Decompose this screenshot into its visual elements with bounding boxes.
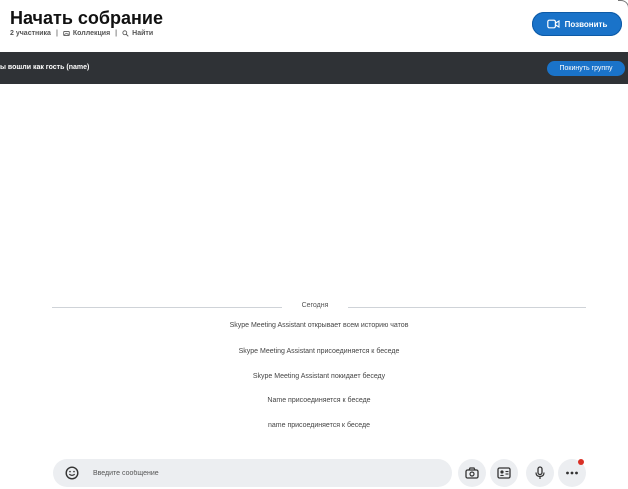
call-button-label: Позвонить	[564, 19, 608, 29]
microphone-icon	[535, 466, 545, 479]
message-compose-bar	[53, 459, 452, 487]
search-icon	[122, 30, 129, 37]
notification-dot	[578, 459, 584, 465]
system-message: Skype Meeting Assistant присоединяется к…	[238, 348, 400, 355]
window-corner	[618, 0, 628, 13]
search-link[interactable]: Найти	[132, 30, 153, 37]
microphone-button[interactable]	[526, 459, 554, 487]
emoji-icon	[65, 466, 79, 480]
guest-notice: ы вошли как гость (name)	[0, 64, 90, 71]
system-message: Name присоединяется к беседе	[267, 397, 371, 404]
chat-header: Начать собрание 2 участника | Коллекция …	[0, 0, 628, 50]
emoji-button[interactable]	[65, 466, 79, 480]
divider-line	[52, 307, 282, 308]
date-label: Сегодня	[301, 302, 329, 309]
system-message: Skype Meeting Assistant покидает беседу	[252, 373, 386, 380]
message-input[interactable]	[93, 465, 433, 481]
guest-banner: ы вошли как гость (name) Покинуть группу	[0, 52, 628, 84]
conversation-title[interactable]: Начать собрание	[10, 8, 163, 29]
media-button[interactable]	[458, 459, 486, 487]
leave-group-button[interactable]: Покинуть группу	[547, 61, 625, 76]
collection-link[interactable]: Коллекция	[73, 30, 110, 37]
date-separator: Сегодня	[52, 300, 586, 314]
media-gallery-icon	[465, 467, 479, 479]
more-options-icon	[566, 471, 578, 475]
conversation-meta: 2 участника | Коллекция | Найти	[10, 30, 153, 37]
divider-line	[348, 307, 586, 308]
contact-card-icon	[497, 467, 511, 479]
skype-chat-window: Начать собрание 2 участника | Коллекция …	[0, 0, 628, 489]
contact-card-button[interactable]	[490, 459, 518, 487]
call-button[interactable]: Позвонить	[532, 12, 622, 36]
system-message: Skype Meeting Assistant открывает всем и…	[229, 322, 409, 329]
video-camera-icon	[546, 19, 560, 29]
system-message: name присоединяется к беседе	[268, 422, 370, 429]
meta-divider: |	[115, 30, 118, 37]
participants-link[interactable]: 2 участника	[10, 30, 51, 37]
gallery-icon	[63, 30, 70, 37]
meta-divider: |	[55, 30, 58, 37]
